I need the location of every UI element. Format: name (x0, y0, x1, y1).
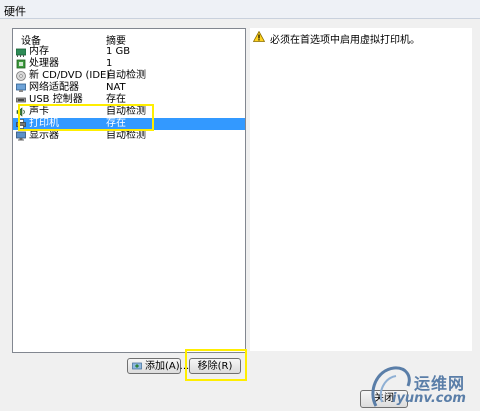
watermark-text-en: iyunv.com (392, 391, 466, 406)
device-info-panel (250, 28, 472, 351)
title-bar: 硬件 (0, 0, 480, 19)
device-summary: NAT (106, 82, 126, 93)
device-row-display[interactable]: 显示器 自动检测 (13, 130, 245, 142)
device-name: 处理器 (29, 58, 59, 69)
window-title: 硬件 (4, 5, 26, 18)
list-header: 设备 摘要 (13, 29, 245, 47)
display-icon (16, 131, 26, 141)
device-name: 内存 (29, 46, 49, 57)
device-list[interactable]: 设备 摘要 内存 1 GB 处理器 1 新 CD/DVD (IDE) 自动检测 … (12, 28, 246, 353)
warning-message: 必须在首选项中启用虚拟打印机。 (270, 35, 420, 46)
add-hardware-icon (132, 362, 142, 370)
device-name: 新 CD/DVD (IDE) (29, 70, 111, 81)
add-button[interactable]: 添加(A)... (127, 358, 189, 374)
device-name: 显示器 (29, 130, 59, 141)
column-header-summary[interactable]: 摘要 (106, 32, 126, 47)
processor-icon (16, 59, 26, 69)
device-row-cd-dvd[interactable]: 新 CD/DVD (IDE) 自动检测 (13, 70, 245, 82)
memory-icon (16, 48, 26, 57)
device-summary: 自动检测 (106, 130, 146, 141)
warning-icon (253, 31, 265, 42)
column-header-device[interactable]: 设备 (21, 32, 41, 47)
add-button-label: 添加(A)... (145, 361, 190, 372)
device-summary: 自动检测 (106, 70, 146, 81)
device-summary: 1 GB (106, 46, 131, 57)
device-row-processor[interactable]: 处理器 1 (13, 58, 245, 70)
highlight-box (18, 104, 154, 131)
device-summary: 1 (106, 58, 113, 69)
device-name: 网络适配器 (29, 82, 79, 93)
cd-dvd-icon (16, 71, 26, 81)
remove-highlight-box (185, 349, 247, 381)
network-adapter-icon (16, 83, 26, 92)
device-row-network-adapter[interactable]: 网络适配器 NAT (13, 82, 245, 94)
device-row-memory[interactable]: 内存 1 GB (13, 46, 245, 58)
